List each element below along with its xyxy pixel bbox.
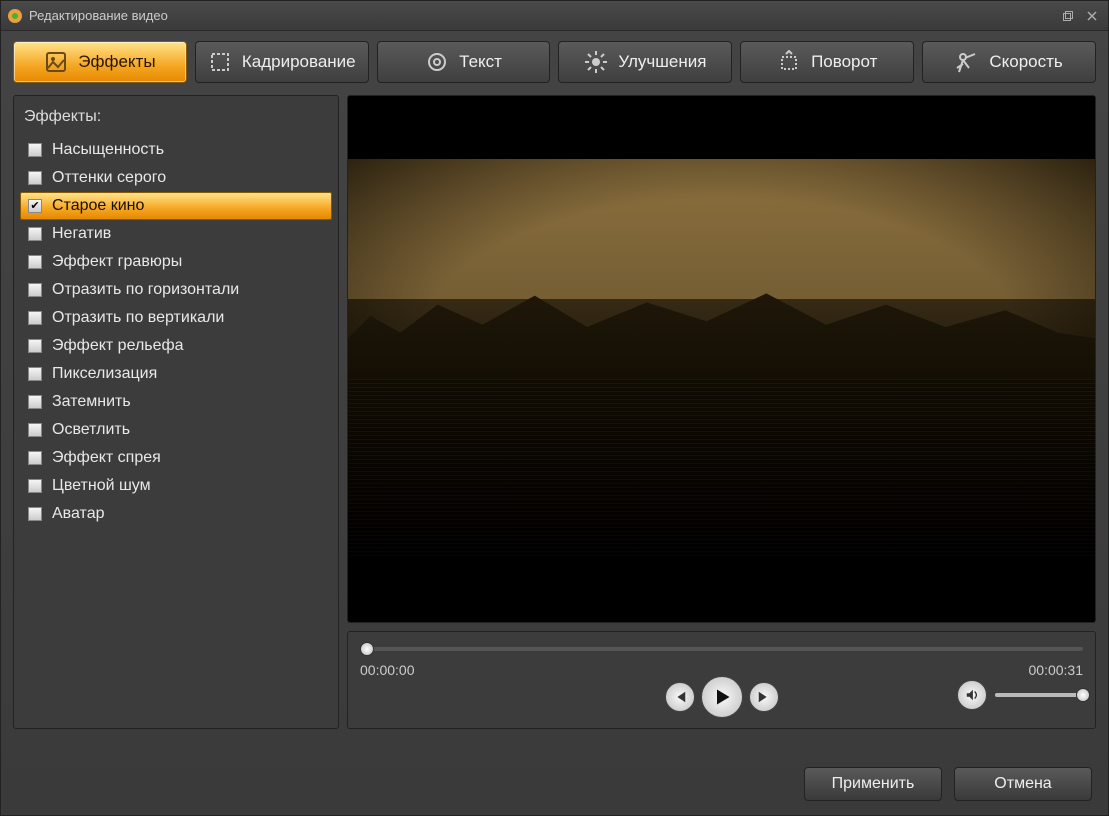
tab-label: Кадрирование — [242, 52, 356, 72]
effects-list: Насыщенность Оттенки серого Старое кино Нег… — [20, 136, 332, 528]
effect-checkbox[interactable] — [28, 367, 42, 381]
window-restore-button[interactable] — [1058, 6, 1078, 26]
effect-checkbox[interactable] — [28, 395, 42, 409]
time-total: 00:00:31 — [1029, 662, 1084, 678]
speed-icon — [955, 50, 979, 74]
time-current: 00:00:00 — [360, 662, 415, 678]
content-area: Эффекты: Насыщенность Оттенки серого Старо… — [1, 89, 1108, 739]
seek-slider[interactable] — [360, 640, 1083, 658]
effect-checkbox[interactable] — [28, 283, 42, 297]
effect-checkbox[interactable] — [28, 451, 42, 465]
effect-item[interactable]: Негатив — [20, 220, 332, 248]
tab-label: Текст — [459, 52, 502, 72]
video-preview — [347, 95, 1096, 623]
preview-column: 00:00:00 00:00:31 — [347, 95, 1096, 729]
effect-item[interactable]: Пикселизация — [20, 360, 332, 388]
window-title: Редактирование видео — [29, 8, 168, 23]
next-button[interactable] — [749, 682, 779, 712]
tab-label: Поворот — [811, 52, 877, 72]
effect-label: Насыщенность — [52, 141, 164, 159]
effects-panel: Эффекты: Насыщенность Оттенки серого Старо… — [13, 95, 339, 729]
text-icon — [425, 50, 449, 74]
prev-button[interactable] — [665, 682, 695, 712]
app-icon — [7, 8, 23, 24]
enhance-icon — [584, 50, 608, 74]
tab-label: Улучшения — [618, 52, 706, 72]
window-close-button[interactable] — [1082, 6, 1102, 26]
effect-label: Негатив — [52, 225, 111, 243]
tab-label: Эффекты — [78, 52, 155, 72]
effect-checkbox[interactable] — [28, 339, 42, 353]
effect-checkbox[interactable] — [28, 171, 42, 185]
effect-item[interactable]: Отразить по горизонтали — [20, 276, 332, 304]
video-edit-window: Редактирование видео Эффекты Кадрировани… — [0, 0, 1109, 816]
volume-button[interactable] — [957, 680, 987, 710]
tab-rotate[interactable]: Поворот — [740, 41, 914, 83]
effect-checkbox[interactable] — [28, 199, 42, 213]
effect-label: Старое кино — [52, 197, 144, 215]
effect-label: Эффект спрея — [52, 449, 161, 467]
effect-item[interactable]: Эффект гравюры — [20, 248, 332, 276]
tab-effects[interactable]: Эффекты — [13, 41, 187, 83]
footer-buttons: Применить Отмена — [804, 767, 1092, 801]
tabs-row: Эффекты Кадрирование Текст Улучшения Пов… — [1, 31, 1108, 89]
effect-checkbox[interactable] — [28, 255, 42, 269]
effect-label: Отразить по вертикали — [52, 309, 224, 327]
effect-checkbox[interactable] — [28, 143, 42, 157]
effect-item[interactable]: Осветлить — [20, 416, 332, 444]
tab-crop[interactable]: Кадрирование — [195, 41, 369, 83]
effect-item[interactable]: Затемнить — [20, 388, 332, 416]
rotate-icon — [777, 50, 801, 74]
tab-enhance[interactable]: Улучшения — [558, 41, 732, 83]
effect-checkbox[interactable] — [28, 423, 42, 437]
effect-item[interactable]: Старое кино — [20, 192, 332, 220]
effect-label: Аватар — [52, 505, 104, 523]
tab-text[interactable]: Текст — [377, 41, 551, 83]
effect-label: Осветлить — [52, 421, 130, 439]
volume-slider[interactable] — [995, 693, 1083, 697]
apply-button[interactable]: Применить — [804, 767, 942, 801]
effect-label: Оттенки серого — [52, 169, 166, 187]
effect-checkbox[interactable] — [28, 507, 42, 521]
effect-label: Эффект рельефа — [52, 337, 184, 355]
cancel-button[interactable]: Отмена — [954, 767, 1092, 801]
effect-item[interactable]: Цветной шум — [20, 472, 332, 500]
effect-label: Эффект гравюры — [52, 253, 182, 271]
effect-checkbox[interactable] — [28, 311, 42, 325]
titlebar: Редактирование видео — [1, 1, 1108, 31]
effect-item[interactable]: Оттенки серого — [20, 164, 332, 192]
effect-label: Пикселизация — [52, 365, 157, 383]
transport-controls — [665, 676, 779, 718]
effect-label: Затемнить — [52, 393, 131, 411]
effect-item[interactable]: Отразить по вертикали — [20, 304, 332, 332]
tab-label: Скорость — [989, 52, 1062, 72]
crop-icon — [208, 50, 232, 74]
preview-frame — [348, 159, 1095, 559]
effect-checkbox[interactable] — [28, 227, 42, 241]
effect-item[interactable]: Эффект спрея — [20, 444, 332, 472]
effect-item[interactable]: Насыщенность — [20, 136, 332, 164]
effect-label: Отразить по горизонтали — [52, 281, 239, 299]
effect-item[interactable]: Эффект рельефа — [20, 332, 332, 360]
tab-speed[interactable]: Скорость — [922, 41, 1096, 83]
panel-title: Эффекты: — [20, 104, 332, 136]
effects-icon — [44, 50, 68, 74]
volume-control — [957, 680, 1083, 710]
effect-checkbox[interactable] — [28, 479, 42, 493]
effect-item[interactable]: Аватар — [20, 500, 332, 528]
player-bar: 00:00:00 00:00:31 — [347, 631, 1096, 729]
play-button[interactable] — [701, 676, 743, 718]
effect-label: Цветной шум — [52, 477, 151, 495]
